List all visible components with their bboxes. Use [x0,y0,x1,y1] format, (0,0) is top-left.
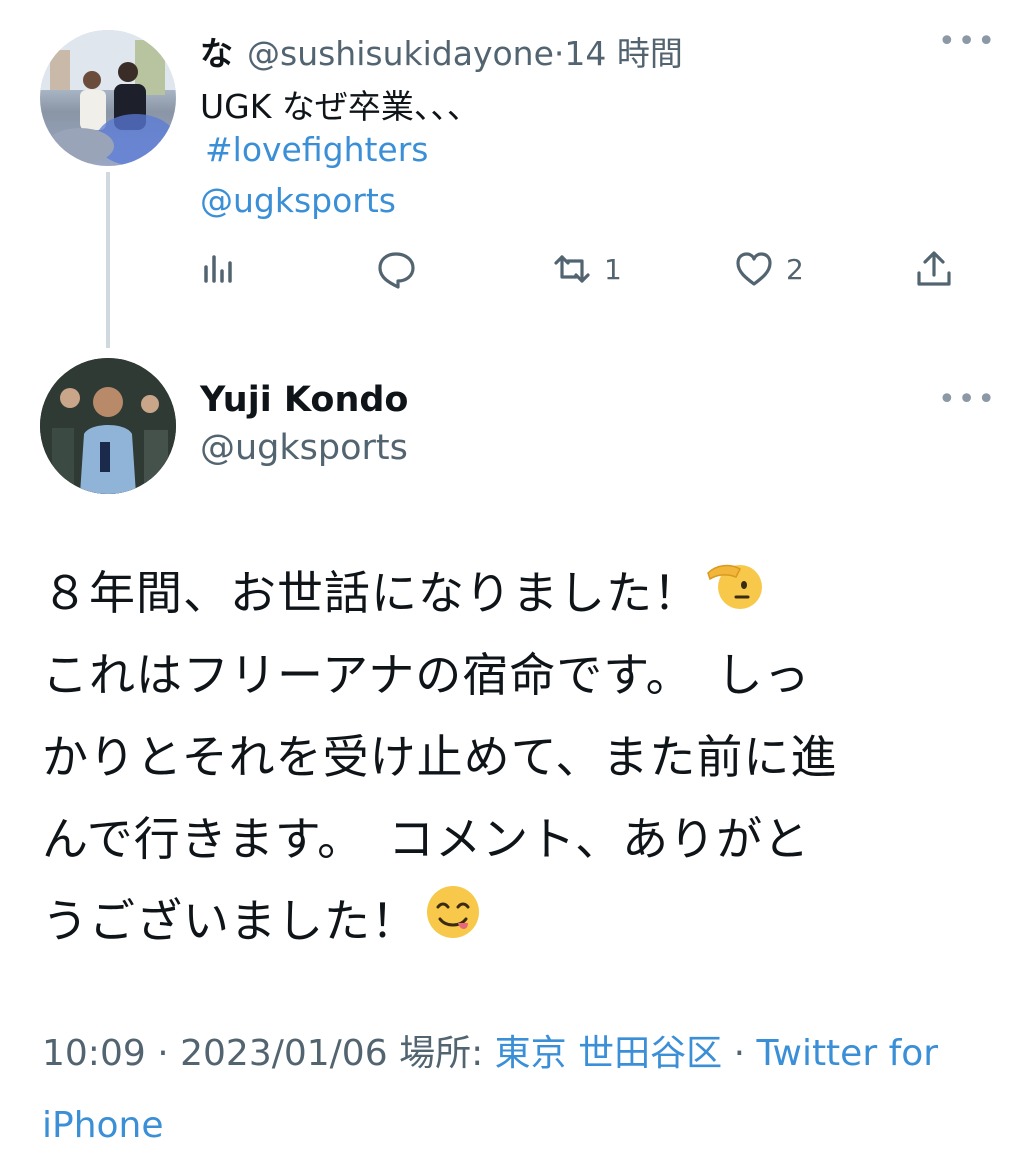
thread-line [106,172,110,348]
retweet-button[interactable]: 1 [552,244,622,294]
tweet-time[interactable]: 10:09 [42,1033,146,1074]
meta-separator: · [553,34,565,73]
reply-handle[interactable]: @sushisukidayone [247,34,554,73]
main-display-name[interactable]: Yuji Kondo [200,380,408,420]
share-icon [917,251,951,286]
reply-meta: @sushisukidayone·14 時間 [247,27,683,75]
place-link[interactable]: 東京 世田谷区 [495,1033,722,1074]
more-options-ellipsis-icon[interactable]: ••• [938,24,997,59]
like-count: 2 [786,252,804,286]
tweet-date[interactable]: 2023/01/06 [180,1033,388,1074]
reply-button[interactable] [376,244,416,294]
speech-bubble-icon [378,252,415,289]
face-savoring-food-emoji-icon [424,883,482,966]
like-button[interactable]: 2 [734,244,804,294]
tweet-body: ８年間、お世話になりました！ これはフリーアナの宿命です。 しっ かりとそれを受… [42,552,982,962]
tweet-footer: 10:09 · 2023/01/06 場所: 東京 世田谷区 · Twitter… [42,1018,1002,1162]
bar-chart-icon [204,255,232,283]
footer-separator: · [733,1033,746,1074]
heart-icon [736,252,772,286]
more-options-ellipsis-icon[interactable]: ••• [938,382,997,417]
avatar[interactable] [40,358,176,494]
retweet-count: 1 [604,252,622,286]
tweet-line-text: うございました！ [42,894,418,948]
tweet-line: ８年間、お世話になりました！ [42,552,982,634]
main-handle[interactable]: @ugksports [200,428,408,468]
tweet-actions: 1 2 [200,244,970,294]
tweet-line-text: ８年間、お世話になりました！ [42,566,700,620]
client-link[interactable]: Twitter for [756,1033,938,1074]
tweet-line: これはフリーアナの宿命です。 しっ [42,648,811,702]
share-button[interactable] [914,244,954,294]
retweet-icon [554,255,590,283]
client-link-continued[interactable]: iPhone [42,1105,164,1146]
hashtag-link[interactable]: #lovefighters [205,130,429,169]
place-label: 場所: [399,1033,484,1074]
tweet-line: んで行きます。 コメント、ありがと [42,812,811,866]
reply-display-name[interactable]: な [200,27,233,75]
avatar[interactable] [40,30,176,166]
saluting-face-emoji-icon [706,555,764,638]
footer-separator: · [157,1033,169,1074]
mention-link[interactable]: @ugksports [200,181,396,220]
tweet-line: うございました！ [42,880,982,962]
tweet-line: かりとそれを受け止めて、また前に進 [42,730,838,784]
reply-text: UGK なぜ卒業、、、 [200,87,480,126]
reply-time[interactable]: 14 時間 [564,34,682,73]
analytics-button[interactable] [200,244,240,294]
